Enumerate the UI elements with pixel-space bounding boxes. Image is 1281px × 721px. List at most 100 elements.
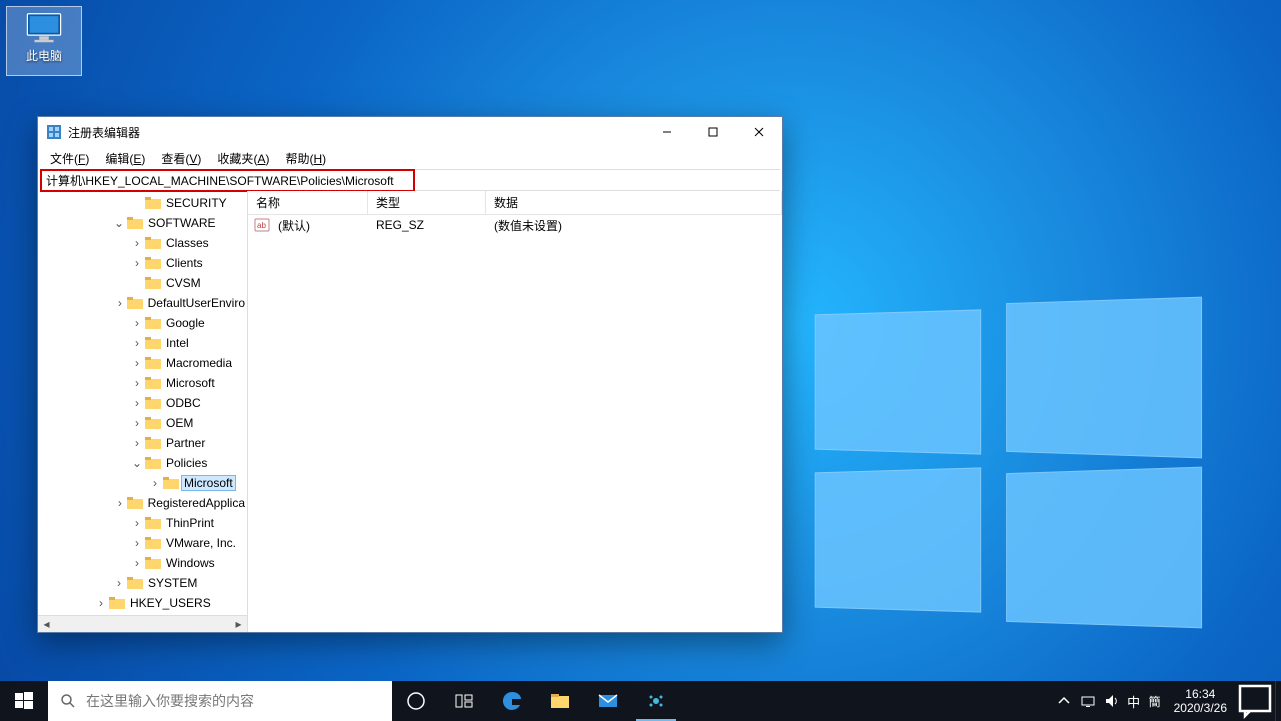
- tree-node-label: VMware, Inc.: [164, 536, 238, 550]
- value-list[interactable]: 名称 类型 数据 ab (默认) REG_SZ (数值未设置): [248, 191, 782, 632]
- tree-node[interactable]: › DefaultUserEnviro: [38, 293, 247, 313]
- cortana-icon[interactable]: [392, 681, 440, 721]
- key-tree[interactable]: SECURITY⌄SOFTWARE›Classes›ClientsCVSM›De…: [38, 191, 248, 632]
- chevron-right-icon[interactable]: ›: [130, 316, 144, 330]
- chevron-right-icon[interactable]: ›: [114, 496, 126, 510]
- chevron-right-icon[interactable]: ›: [130, 416, 144, 430]
- tree-node-label: Classes: [164, 236, 211, 250]
- chevron-right-icon[interactable]: ›: [130, 376, 144, 390]
- chevron-right-icon[interactable]: ›: [130, 436, 144, 450]
- taskbar-search[interactable]: [48, 681, 392, 721]
- tree-node[interactable]: › VMware, Inc.: [38, 533, 247, 553]
- scroll-right-icon[interactable]: ▸: [230, 616, 247, 633]
- folder-icon: [145, 196, 161, 210]
- regedit-body: SECURITY⌄SOFTWARE›Classes›ClientsCVSM›De…: [38, 191, 782, 632]
- col-type[interactable]: 类型: [368, 191, 486, 214]
- tree-node-label: DefaultUserEnviro: [146, 296, 247, 310]
- address-input[interactable]: [40, 170, 780, 190]
- show-desktop-button[interactable]: [1275, 681, 1281, 721]
- chevron-right-icon[interactable]: ›: [130, 236, 144, 250]
- tray-clock[interactable]: 16:34 2020/3/26: [1166, 687, 1235, 716]
- folder-icon: [145, 456, 161, 470]
- tree-node[interactable]: ⌄SOFTWARE: [38, 213, 247, 233]
- folder-icon: [127, 296, 143, 310]
- edge-icon[interactable]: [488, 681, 536, 721]
- folder-icon: [127, 216, 143, 230]
- running-app-icon[interactable]: [632, 681, 680, 721]
- tree-node-label: Microsoft: [164, 376, 217, 390]
- chevron-right-icon[interactable]: ›: [130, 396, 144, 410]
- tray-network-icon[interactable]: [1076, 681, 1100, 721]
- tree-node[interactable]: ›Microsoft: [38, 473, 247, 493]
- start-button[interactable]: [0, 681, 48, 721]
- chevron-right-icon[interactable]: ›: [130, 556, 144, 570]
- regedit-window: 注册表编辑器 文件(F) 编辑(E) 查看(V) 收藏夹(A) 帮助(H) SE…: [37, 116, 783, 633]
- menu-view[interactable]: 查看(V): [153, 148, 209, 169]
- tree-node[interactable]: ›Google: [38, 313, 247, 333]
- desktop-icon-this-pc[interactable]: 此电脑: [6, 6, 82, 76]
- menu-help[interactable]: 帮助(H): [277, 148, 334, 169]
- tree-node[interactable]: SECURITY: [38, 193, 247, 213]
- chevron-right-icon[interactable]: ›: [94, 596, 108, 610]
- col-data[interactable]: 数据: [486, 191, 782, 214]
- desktop-icons: 此电脑: [6, 6, 86, 76]
- tray-overflow-icon[interactable]: [1052, 681, 1076, 721]
- folder-icon: [127, 496, 143, 510]
- taskbar-search-input[interactable]: [86, 681, 380, 721]
- system-tray: 中 簡 16:34 2020/3/26: [1052, 681, 1281, 721]
- chevron-right-icon[interactable]: ›: [130, 256, 144, 270]
- tree-node[interactable]: ›HKEY_USERS: [38, 593, 247, 613]
- minimize-button[interactable]: [644, 117, 690, 147]
- chevron-right-icon[interactable]: ›: [130, 516, 144, 530]
- tree-node[interactable]: ›ODBC: [38, 393, 247, 413]
- maximize-button[interactable]: [690, 117, 736, 147]
- tree-node[interactable]: › SYSTEM: [38, 573, 247, 593]
- folder-icon: [145, 516, 161, 530]
- folder-icon: [163, 476, 179, 490]
- tree-node[interactable]: ›Clients: [38, 253, 247, 273]
- clock-date: 2020/3/26: [1174, 701, 1227, 715]
- chevron-right-icon[interactable]: ›: [130, 356, 144, 370]
- chevron-down-icon[interactable]: ⌄: [112, 216, 126, 230]
- action-center-icon[interactable]: [1235, 681, 1275, 721]
- task-view-icon[interactable]: [440, 681, 488, 721]
- tree-node[interactable]: › OEM: [38, 413, 247, 433]
- chevron-right-icon[interactable]: ›: [114, 296, 126, 310]
- tree-node[interactable]: ›Windows: [38, 553, 247, 573]
- clock-time: 16:34: [1174, 687, 1227, 701]
- chevron-down-icon[interactable]: ⌄: [130, 456, 144, 470]
- file-explorer-icon[interactable]: [536, 681, 584, 721]
- tree-node[interactable]: › Microsoft: [38, 373, 247, 393]
- tree-node[interactable]: › Macromedia: [38, 353, 247, 373]
- tray-ime-indicator[interactable]: 中: [1124, 681, 1144, 721]
- chevron-right-icon[interactable]: ›: [130, 536, 144, 550]
- scroll-left-icon[interactable]: ◂: [38, 616, 55, 633]
- tree-node-label: SYSTEM: [146, 576, 199, 590]
- tray-volume-icon[interactable]: [1100, 681, 1124, 721]
- value-name: (默认): [270, 217, 368, 234]
- tree-node-label: OEM: [164, 416, 195, 430]
- col-name[interactable]: 名称: [248, 191, 368, 214]
- chevron-right-icon[interactable]: ›: [112, 576, 126, 590]
- mail-icon[interactable]: [584, 681, 632, 721]
- tree-node[interactable]: ›Partner: [38, 433, 247, 453]
- titlebar[interactable]: 注册表编辑器: [38, 117, 782, 147]
- chevron-right-icon[interactable]: ›: [130, 336, 144, 350]
- tree-node[interactable]: ⌄Policies: [38, 453, 247, 473]
- menu-favorites[interactable]: 收藏夹(A): [209, 148, 277, 169]
- wallpaper-winlogo: [810, 300, 1200, 610]
- menu-file[interactable]: 文件(F): [42, 148, 97, 169]
- close-button[interactable]: [736, 117, 782, 147]
- value-row[interactable]: ab (默认) REG_SZ (数值未设置): [248, 215, 782, 235]
- tree-node-label: Macromedia: [164, 356, 234, 370]
- tray-ime-mode[interactable]: 簡: [1144, 681, 1166, 721]
- tree-node[interactable]: › Classes: [38, 233, 247, 253]
- tree-node[interactable]: ›Intel: [38, 333, 247, 353]
- menu-edit[interactable]: 编辑(E): [97, 148, 153, 169]
- tree-hscrollbar[interactable]: ◂ ▸: [38, 615, 247, 632]
- tree-node[interactable]: CVSM: [38, 273, 247, 293]
- value-data: (数值未设置): [486, 217, 570, 234]
- tree-node[interactable]: ›RegisteredApplica: [38, 493, 247, 513]
- tree-node[interactable]: ›ThinPrint: [38, 513, 247, 533]
- chevron-right-icon[interactable]: ›: [148, 476, 162, 490]
